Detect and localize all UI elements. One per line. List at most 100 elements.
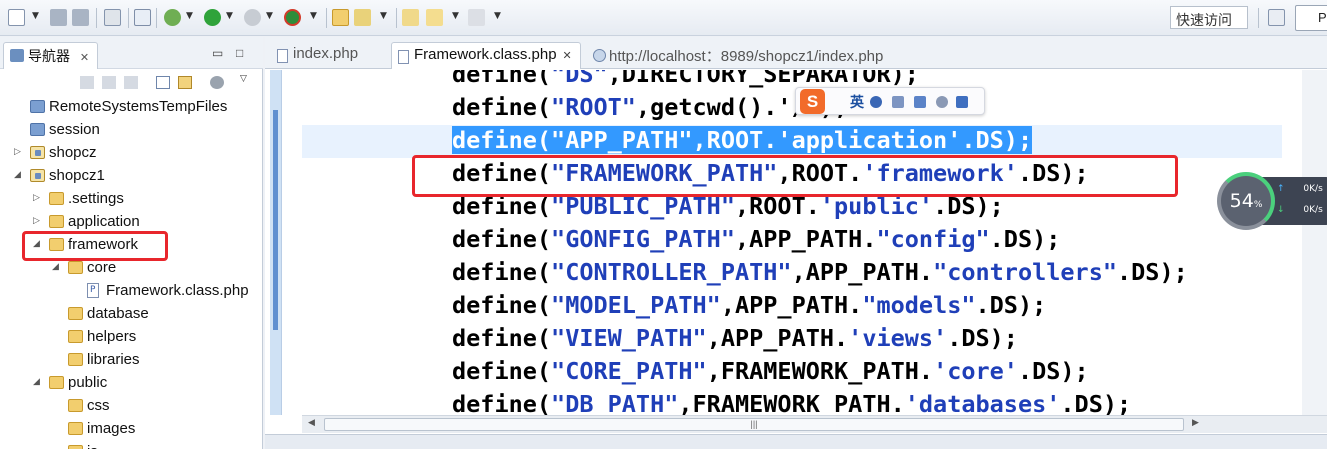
code-line[interactable]: define("CORE_PATH",FRAMEWORK_PATH.'core'… [452,355,1089,388]
chevron-down-icon[interactable]: ▼ [186,11,193,21]
maximize-icon[interactable]: □ [236,46,243,60]
string-literal: 'databases' [904,390,1061,415]
back-arrow-icon[interactable] [426,9,443,26]
expand-down-icon[interactable]: ◢ [14,164,26,187]
close-icon[interactable]: ✕ [563,50,572,62]
tree-item[interactable]: session [0,118,263,141]
wand-icon[interactable] [354,9,371,26]
expand-right-icon[interactable]: ▷ [33,210,45,233]
expand-down-icon[interactable]: ◢ [33,371,45,394]
string-literal: "DS" [551,70,608,88]
tree-item[interactable]: images [0,417,263,440]
code-editor[interactable]: define("DS",DIRECTORY_SEPARATOR); define(… [302,70,1282,415]
expand-right-icon[interactable]: ▷ [14,141,26,164]
tree-item[interactable]: ◢ shopcz1 [0,164,263,187]
tree-item[interactable]: ▷ .settings [0,187,263,210]
close-icon[interactable]: ✕ [80,52,89,64]
tab-navigator[interactable]: 导航器 ✕ [3,42,99,69]
save-all-icon[interactable] [72,9,89,26]
string-literal: 'core' [933,357,1018,385]
open-folder-icon[interactable] [332,9,349,26]
sogou-logo-icon[interactable]: S [800,89,825,114]
scroll-left-icon[interactable]: ◀ [308,418,315,428]
horizontal-scroll-thumb[interactable]: ||| [324,418,1184,431]
tree-item[interactable]: css [0,394,263,417]
code-token: .DS); [961,126,1033,154]
tree-item[interactable]: RemoteSystemsTempFiles [0,95,263,118]
chevron-down-icon[interactable]: ▼ [310,11,317,21]
tree-item[interactable]: libraries [0,348,263,371]
chevron-down-icon[interactable]: ▼ [494,11,501,21]
up-icon[interactable] [124,76,138,89]
external-tools-icon[interactable] [284,9,301,26]
code-token: define( [452,324,552,352]
forward-icon[interactable] [102,76,116,89]
tree-item-label: css [87,397,110,414]
scroll-right-icon[interactable]: ▶ [1192,418,1199,428]
back-icon[interactable] [80,76,94,89]
link-editor-icon[interactable] [178,76,192,89]
collapse-all-icon[interactable] [156,76,170,89]
filter-icon[interactable] [210,76,224,89]
quick-access-field[interactable]: 快速访问 [1170,6,1248,29]
string-literal: "DB_PATH" [551,390,679,415]
network-monitor-widget[interactable]: 54% ↑ 0K/s ↓ 0K/s [1217,172,1327,230]
ime-toolbar[interactable]: S 英 [795,87,985,115]
editor-tab[interactable]: http://localhost：8989/shopcz1/index.php [587,42,891,69]
code-line[interactable]: define("CONTROLLER_PATH",APP_PATH."contr… [452,256,1188,289]
view-menu-icon[interactable]: ▽ [240,74,247,84]
minimize-icon[interactable]: ▭ [212,46,223,60]
php-perspective-button[interactable]: P [1295,5,1327,31]
expand-right-icon[interactable]: ▷ [33,187,45,210]
save-icon[interactable] [50,9,67,26]
string-literal: "config" [876,225,990,253]
chevron-down-icon[interactable]: ▼ [380,11,387,21]
binary-icon[interactable] [104,9,121,26]
tree-item-label: .settings [68,190,124,207]
last-edit-icon[interactable] [402,9,419,26]
tree-item-label: application [68,213,140,230]
memory-usage-gauge[interactable]: 54% [1217,172,1275,230]
new-file-icon[interactable] [8,9,25,26]
moon-icon[interactable] [870,96,882,108]
wrench-icon[interactable] [956,96,968,108]
chevron-down-icon[interactable]: ▼ [226,11,233,21]
open-perspective-icon[interactable] [1268,9,1285,26]
chevron-down-icon[interactable]: ▼ [32,11,39,21]
tree-item[interactable]: ◢ public [0,371,263,394]
tree-item[interactable]: js [0,440,263,449]
tree-item[interactable]: helpers [0,325,263,348]
punctuation-icon[interactable] [892,96,904,108]
folder-icon [68,330,83,343]
editor-bottom-bar [265,434,1327,449]
chevron-down-icon[interactable]: ▼ [266,11,273,21]
keyboard-icon[interactable] [914,96,926,108]
horizontal-scrollbar[interactable]: ◀ ||| ▶ [302,415,1327,433]
tree-item[interactable]: ▷ application [0,210,263,233]
forward-arrow-icon[interactable] [468,9,485,26]
ime-mode-label[interactable]: 英 [850,92,864,112]
php-file-icon [398,50,409,64]
user-icon[interactable] [936,96,948,108]
string-literal: 'views' [848,324,948,352]
editor-tab[interactable]: Framework.class.php ✕ [391,42,581,69]
chevron-down-icon[interactable]: ▼ [452,11,459,21]
pin-icon[interactable] [134,9,151,26]
code-line[interactable]: define("VIEW_PATH",APP_PATH.'views'.DS); [452,322,1018,355]
code-line[interactable]: define("APP_PATH",ROOT.'application'.DS)… [452,124,1033,157]
code-line[interactable]: define("ROOT",getcwd().'/'); [452,91,848,124]
tree-item-label: shopcz [49,144,97,161]
project-icon [30,146,45,159]
tree-item[interactable]: ▷ shopcz [0,141,263,164]
tree-item[interactable]: database [0,302,263,325]
tree-item[interactable]: Framework.class.php [0,279,263,302]
code-line[interactable]: define("MODEL_PATH",APP_PATH."models".DS… [452,289,1046,322]
vertical-scrollbar[interactable] [1302,70,1327,415]
code-line[interactable]: define("DB_PATH",FRAMEWORK_PATH.'databas… [452,388,1131,415]
code-token: define( [452,357,552,385]
run-icon[interactable] [204,9,221,26]
editor-tab[interactable]: index.php [271,42,366,69]
profile-icon[interactable] [244,9,261,26]
code-line[interactable]: define("GONFIG_PATH",APP_PATH."config".D… [452,223,1060,256]
debug-icon[interactable] [164,9,181,26]
